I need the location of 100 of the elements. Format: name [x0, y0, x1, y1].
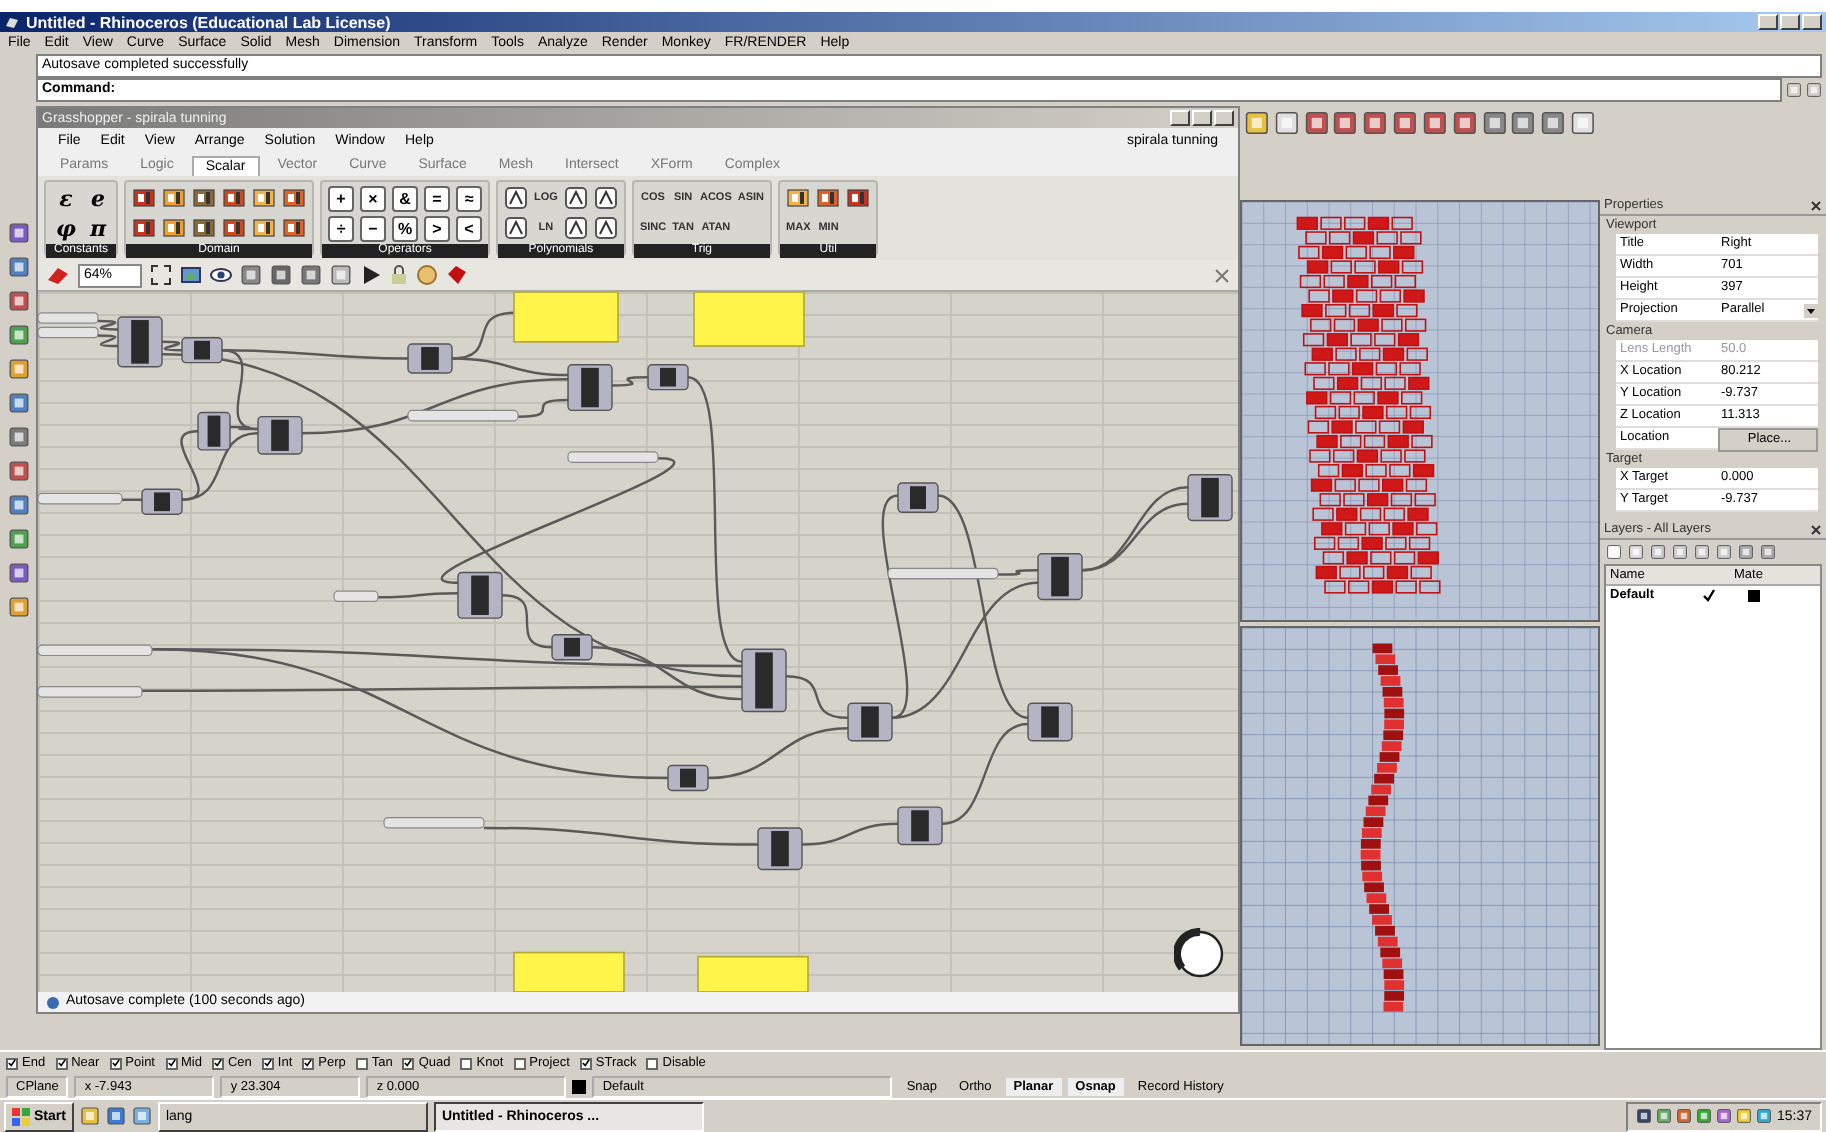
wire[interactable] [612, 375, 649, 387]
component-icon[interactable] [786, 186, 811, 210]
maximize-button[interactable] [1192, 110, 1212, 126]
operator-button[interactable]: + [328, 185, 355, 211]
perspective-viewport[interactable] [1240, 200, 1600, 621]
component-icon[interactable] [846, 186, 871, 210]
quick-launch-icon[interactable] [131, 1106, 152, 1126]
wire[interactable] [707, 726, 849, 780]
lock-icon[interactable] [390, 264, 408, 286]
component-icon[interactable] [162, 186, 187, 210]
formula-icon[interactable] [563, 216, 588, 240]
component-node[interactable] [181, 337, 223, 364]
component-node[interactable] [457, 571, 503, 619]
checkbox[interactable] [355, 1057, 368, 1069]
wire[interactable] [937, 494, 1029, 719]
component-icon[interactable] [132, 216, 157, 240]
formula-icon[interactable] [563, 186, 588, 210]
slider-node[interactable] [38, 492, 123, 505]
minimize-button[interactable] [1170, 110, 1190, 126]
wire[interactable] [441, 456, 675, 584]
component-node[interactable] [757, 827, 803, 871]
wire[interactable] [891, 581, 1039, 720]
wire[interactable] [687, 376, 743, 663]
component-icon[interactable] [162, 216, 187, 240]
toolbar-icon[interactable] [1421, 110, 1448, 136]
maximize-button[interactable] [1780, 14, 1800, 30]
slider-node[interactable] [887, 567, 999, 580]
tool-icon[interactable] [7, 256, 29, 278]
wire[interactable] [301, 378, 569, 435]
wire[interactable] [161, 353, 743, 678]
dropdown-arrow-icon[interactable] [1804, 303, 1818, 317]
component-node[interactable] [897, 806, 943, 846]
quick-launch-icon[interactable] [79, 1106, 100, 1126]
slider-node[interactable] [38, 312, 99, 324]
wire[interactable] [501, 594, 553, 649]
toolbar-icon[interactable] [1362, 110, 1389, 136]
close-button[interactable] [1214, 110, 1234, 126]
slider-node[interactable] [407, 409, 519, 422]
wire[interactable] [1081, 502, 1189, 572]
eye-icon[interactable] [210, 264, 232, 286]
component-node[interactable] [551, 634, 593, 661]
constant-button[interactable]: ε [59, 185, 73, 211]
component-node[interactable] [1037, 553, 1083, 601]
component-node[interactable] [407, 343, 453, 374]
formula-icon[interactable] [504, 186, 529, 210]
slider-node[interactable] [38, 686, 143, 698]
checkbox[interactable] [460, 1057, 473, 1069]
navigation-compass-icon[interactable] [1174, 928, 1226, 980]
wire[interactable] [591, 645, 743, 701]
formula-icon[interactable] [593, 186, 618, 210]
toolbar-icon[interactable] [1481, 110, 1507, 136]
component-icon[interactable] [252, 216, 277, 240]
operator-button[interactable]: × [360, 185, 387, 211]
wire[interactable] [161, 340, 183, 352]
checkbox[interactable] [646, 1057, 659, 1069]
operator-button[interactable]: ≈ [456, 185, 483, 211]
wire[interactable] [97, 334, 119, 348]
toolbar-icon[interactable] [1303, 110, 1329, 136]
operator-button[interactable]: − [360, 215, 387, 241]
tool-icon[interactable] [7, 290, 29, 312]
tool-icon[interactable] [7, 460, 29, 482]
component-node[interactable] [897, 482, 939, 513]
toolbar-icon[interactable] [1392, 110, 1418, 136]
component-node[interactable] [647, 364, 689, 391]
operator-button[interactable]: & [392, 185, 419, 211]
wire[interactable] [881, 494, 909, 719]
wire[interactable] [222, 348, 408, 360]
component-icon[interactable] [222, 216, 247, 240]
component-node[interactable] [1027, 702, 1073, 742]
component-icon[interactable] [222, 186, 247, 210]
component-node[interactable] [197, 411, 231, 451]
toolbar-icon[interactable] [1510, 110, 1537, 136]
checkbox[interactable] [402, 1057, 415, 1069]
layer-color-swatch[interactable] [572, 1079, 587, 1093]
toolbar-icon[interactable] [1451, 110, 1478, 136]
checkbox[interactable] [211, 1057, 224, 1069]
play-icon[interactable] [360, 264, 382, 286]
slider-node[interactable] [38, 326, 99, 339]
wire[interactable] [451, 357, 569, 377]
wire[interactable] [801, 822, 899, 846]
component-node[interactable] [117, 316, 163, 368]
component-icon[interactable] [816, 186, 841, 210]
tool-icon[interactable] [7, 426, 29, 448]
check-icon[interactable] [1702, 588, 1716, 602]
component-icon[interactable] [192, 186, 217, 210]
operator-button[interactable]: > [424, 215, 451, 241]
checkbox[interactable] [513, 1057, 526, 1069]
component-icon[interactable] [132, 186, 157, 210]
wire[interactable] [998, 569, 1038, 576]
toolbar-icon[interactable] [1540, 110, 1567, 136]
formula-icon[interactable] [504, 216, 529, 240]
slider-node[interactable] [333, 590, 379, 603]
component-node[interactable] [1187, 474, 1233, 522]
wire[interactable] [180, 429, 200, 501]
component-icon[interactable] [192, 216, 217, 240]
checkbox[interactable] [55, 1057, 68, 1069]
toolbar-icon[interactable] [1332, 110, 1359, 136]
close-button[interactable] [1802, 14, 1822, 30]
sphere-icon[interactable] [416, 264, 438, 286]
component-icon[interactable] [252, 186, 277, 210]
